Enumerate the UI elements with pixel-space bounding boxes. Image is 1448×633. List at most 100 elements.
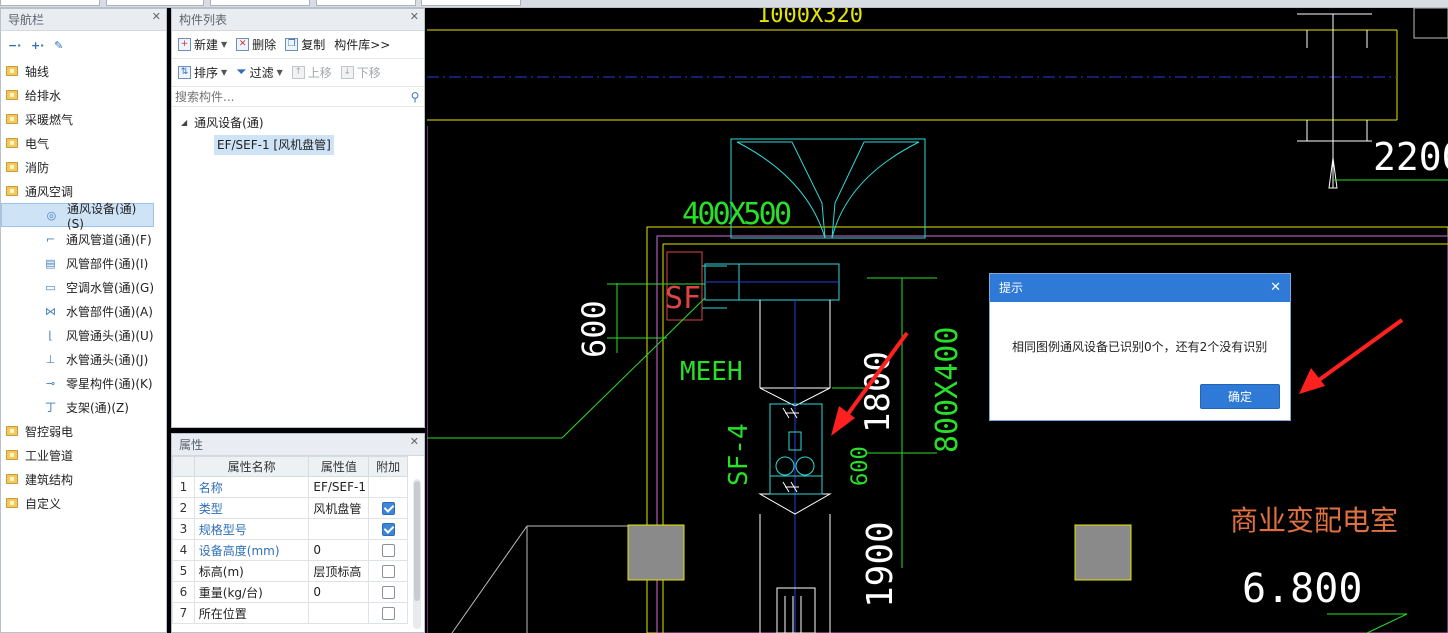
property-name: 名称 [193,476,310,498]
fan-coil-unit [769,403,823,495]
nav-item-label: 支架(通)(Z) [66,400,129,415]
table-row[interactable]: 5 标高(m) 层顶标高 [172,560,408,582]
property-extra-cell [368,560,408,582]
nav-item-duct[interactable]: ⌐ 通风管道(通)(F) [1,227,166,251]
move-up-button[interactable]: ↑ 上移 [291,64,332,81]
property-value[interactable]: 0 [308,539,370,561]
extra-checkbox[interactable] [381,502,395,515]
folder-icon [6,138,18,148]
nav-item-misc[interactable]: ⊸ 零星构件(通)(K) [1,371,166,395]
nav-item-pipe-parts[interactable]: ⋈ 水管部件(通)(A) [1,299,166,323]
nav-item-bracket[interactable]: 丁支架(通)(Z) [1,395,166,419]
column-right [1074,524,1132,581]
nav-item-label: 通风管道(通)(F) [66,232,152,247]
search-input[interactable] [175,89,406,104]
property-name: 标高(m) [193,560,310,582]
nav-category-custom[interactable]: 自定义 [1,491,166,515]
nav-item-duct-parts[interactable]: ▤ 风管部件(通)(I) [1,251,166,275]
nav-close-icon[interactable]: ✕ [152,10,161,24]
nav-category-heating[interactable]: 采暖燃气 [1,107,166,131]
extra-checkbox[interactable] [381,523,395,536]
table-row[interactable]: 7 所在位置 [172,602,408,624]
properties-panel: 属性 ✕ 属性名称 属性值 附加 1 名称 EF/SEF-1 2 类型 风机盘管 [171,433,425,633]
nav-category-structure[interactable]: 建筑结构 [1,467,166,491]
table-row[interactable]: 1 名称 EF/SEF-1 [172,476,408,498]
property-value[interactable]: 风机盘管 [308,497,370,519]
extra-checkbox[interactable] [381,565,395,578]
property-value[interactable]: 0 [308,581,370,603]
nav-category-smart[interactable]: 智控弱电 [1,419,166,443]
nav-category-label: 采暖燃气 [25,112,74,127]
dimension-marker [1297,13,1372,189]
cad-label-600: 600 [575,300,613,358]
property-value[interactable]: EF/SEF-1 [308,476,370,498]
expand-all-icon[interactable]: +‧ [31,39,44,52]
property-value[interactable] [308,602,370,624]
tree-node-leaf[interactable]: EF/SEF-1 [风机盘管] [214,135,334,155]
extra-checkbox[interactable] [381,586,395,599]
nav-toolbar: −‧ +‧ ✎ [1,31,166,59]
search-icon[interactable]: ⚲ [406,90,424,104]
toolbar-combo-1[interactable] [0,0,100,6]
table-row[interactable]: 6 重量(kg/台) 0 [172,581,408,603]
cad-label-2200: 2200 [1373,135,1448,179]
edit-icon[interactable]: ✎ [54,39,63,52]
properties-close-icon[interactable]: ✕ [410,435,419,449]
toolbar-combo-2[interactable] [106,0,204,6]
filter-button[interactable]: ⏷ 过滤 ▼ [236,64,283,81]
property-extra-cell [368,497,408,519]
dropdown-arrow-icon: ▼ [221,68,228,77]
extra-checkbox[interactable] [381,544,395,557]
pipe-fitting-icon: ⊥ [45,352,56,366]
nav-category-axis[interactable]: 轴线 [1,59,166,83]
sort-button[interactable]: ⇅ 排序 ▼ [178,64,227,81]
folder-icon [6,66,18,76]
nav-item-pipe-fitting[interactable]: ⊥ 水管通头(通)(J) [1,347,166,371]
toolbar-combo-4[interactable] [316,0,416,6]
nav-item-duct-fitting[interactable]: ⌊ 风管通头(通)(U) [1,323,166,347]
nav-item-hvac-equipment[interactable]: ◎ 通风设备(通)(S) [1,202,154,231]
toolbar-combo-5[interactable] [421,0,521,6]
collapse-all-icon[interactable]: −‧ [8,39,21,52]
library-button[interactable]: 构件库>> [334,36,390,53]
cad-label-800x400: 800X400 [930,327,965,453]
header-extra: 附加 [368,456,408,477]
nav-category-label: 自定义 [25,496,62,511]
move-down-label: 下移 [356,66,381,80]
property-value[interactable]: 层顶标高 [308,560,370,582]
nav-category-fire[interactable]: 消防 [1,155,166,179]
main-duct [427,29,1398,121]
properties-scrollbar[interactable] [413,479,421,629]
property-value[interactable] [308,518,370,540]
cad-drawing-canvas[interactable]: 1000X320 400X500 2200 600 SF MEEH SF-4 1… [427,8,1448,633]
nav-category-label: 给排水 [25,88,62,103]
property-extra-cell [368,476,408,498]
table-row[interactable]: 3 规格型号 [172,518,408,540]
property-extra-cell [368,539,408,561]
delete-button[interactable]: ✕ 删除 [236,36,276,53]
grille-icon: ▤ [45,256,56,270]
new-label: 新建 [194,38,219,52]
sort-label: 排序 [194,66,219,80]
copy-button[interactable]: ❐ 复制 [285,36,325,53]
toolbar-combo-3[interactable] [210,0,310,6]
stair-diagonal [451,525,528,633]
valve-icon: ⋈ [45,304,56,318]
component-list-close-icon[interactable]: ✕ [410,10,419,24]
table-row[interactable]: 4 设备高度(mm) 0 [172,539,408,561]
ok-button[interactable]: 确定 [1200,384,1280,409]
tree-node-root[interactable]: ◢ 通风设备(通) [172,111,424,133]
table-row[interactable]: 2 类型 风机盘管 [172,497,408,519]
extra-checkbox[interactable] [381,607,395,620]
filter-icon: ⏷ [236,65,247,80]
new-button[interactable]: + 新建 ▼ [178,36,227,53]
sort-icon: ⇅ [178,66,191,79]
dialog-close-icon[interactable]: ✕ [1270,280,1281,296]
nav-category-electric[interactable]: 电气 [1,131,166,155]
collapse-triangle-icon[interactable]: ◢ [181,118,187,127]
nav-category-industrial[interactable]: 工业管道 [1,443,166,467]
folder-icon [6,114,18,124]
nav-item-ac-pipe[interactable]: ▭ 空调水管(通)(G) [1,275,166,299]
move-down-button[interactable]: ↓ 下移 [340,64,381,81]
nav-category-water[interactable]: 给排水 [1,83,166,107]
